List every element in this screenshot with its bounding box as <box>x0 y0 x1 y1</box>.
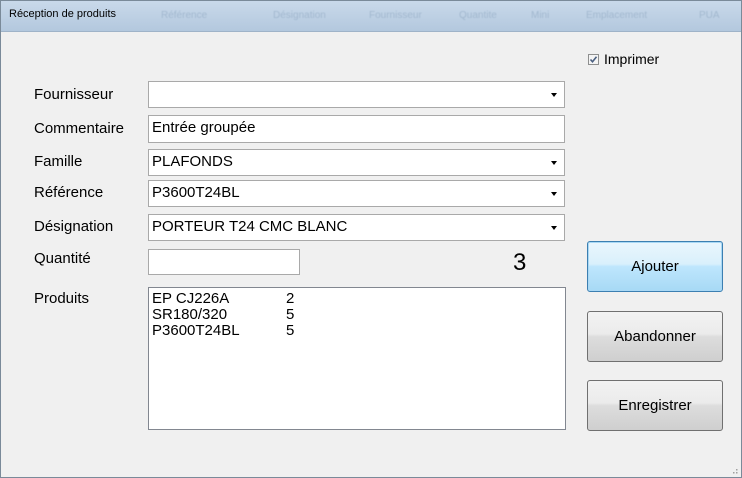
quantity-label: Quantité <box>34 250 91 267</box>
chevron-down-icon[interactable] <box>551 93 557 97</box>
print-checkbox-label[interactable]: Imprimer <box>604 51 659 67</box>
comment-input[interactable]: Entrée groupée <box>148 115 565 143</box>
stock-count: 3 <box>513 249 527 276</box>
products-label: Produits <box>34 290 90 307</box>
chevron-down-icon[interactable] <box>551 226 557 230</box>
ghost-header: Mini <box>531 10 550 21</box>
add-button[interactable]: Ajouter <box>587 241 723 292</box>
ghost-header: PUA <box>699 10 720 21</box>
list-item[interactable]: EP CJ226A 2 <box>152 291 565 307</box>
designation-value: PORTEUR T24 CMC BLANC <box>152 218 348 235</box>
designation-label: Désignation <box>34 218 114 235</box>
product-reception-window: Réception de produits Référence Désignat… <box>0 0 742 478</box>
list-item[interactable]: P3600T24BL 5 <box>152 323 565 339</box>
product-qty: 5 <box>286 322 295 339</box>
quantity-input[interactable] <box>148 249 300 275</box>
print-checkbox[interactable] <box>588 54 599 65</box>
product-ref: SR180/320 <box>152 306 228 323</box>
save-button[interactable]: Enregistrer <box>587 380 723 431</box>
ghost-header: Quantite <box>459 10 497 21</box>
ghost-header: Emplacement <box>586 10 648 21</box>
title-bar: Réception de produits Référence Désignat… <box>1 1 741 32</box>
product-qty: 5 <box>286 306 295 323</box>
reference-label: Référence <box>34 184 104 201</box>
reference-value: P3600T24BL <box>152 184 240 201</box>
chevron-down-icon[interactable] <box>551 192 557 196</box>
chevron-down-icon[interactable] <box>551 161 557 165</box>
ghost-header: Fournisseur <box>369 10 422 21</box>
supplier-combobox[interactable] <box>148 81 565 108</box>
comment-value: Entrée groupée <box>152 119 256 136</box>
window-title: Réception de produits <box>9 8 117 20</box>
list-item[interactable]: SR180/320 5 <box>152 307 565 323</box>
ghost-header: Référence <box>161 10 208 21</box>
family-combobox[interactable]: PLAFONDS <box>148 149 565 176</box>
product-ref: P3600T24BL <box>152 322 240 339</box>
checkmark-icon <box>589 56 598 64</box>
family-label: Famille <box>34 153 83 170</box>
comment-label: Commentaire <box>34 120 125 137</box>
ghost-header: Désignation <box>273 10 326 21</box>
family-value: PLAFONDS <box>152 153 233 170</box>
product-qty: 2 <box>286 290 295 307</box>
products-listbox[interactable]: EP CJ226A 2 SR180/320 5 P3600T24BL 5 <box>148 287 566 430</box>
resize-grip-icon[interactable] <box>732 468 738 474</box>
designation-combobox[interactable]: PORTEUR T24 CMC BLANC <box>148 214 565 241</box>
reference-combobox[interactable]: P3600T24BL <box>148 180 565 207</box>
supplier-label: Fournisseur <box>34 86 114 103</box>
abandon-button[interactable]: Abandonner <box>587 311 723 362</box>
product-ref: EP CJ226A <box>152 290 230 307</box>
